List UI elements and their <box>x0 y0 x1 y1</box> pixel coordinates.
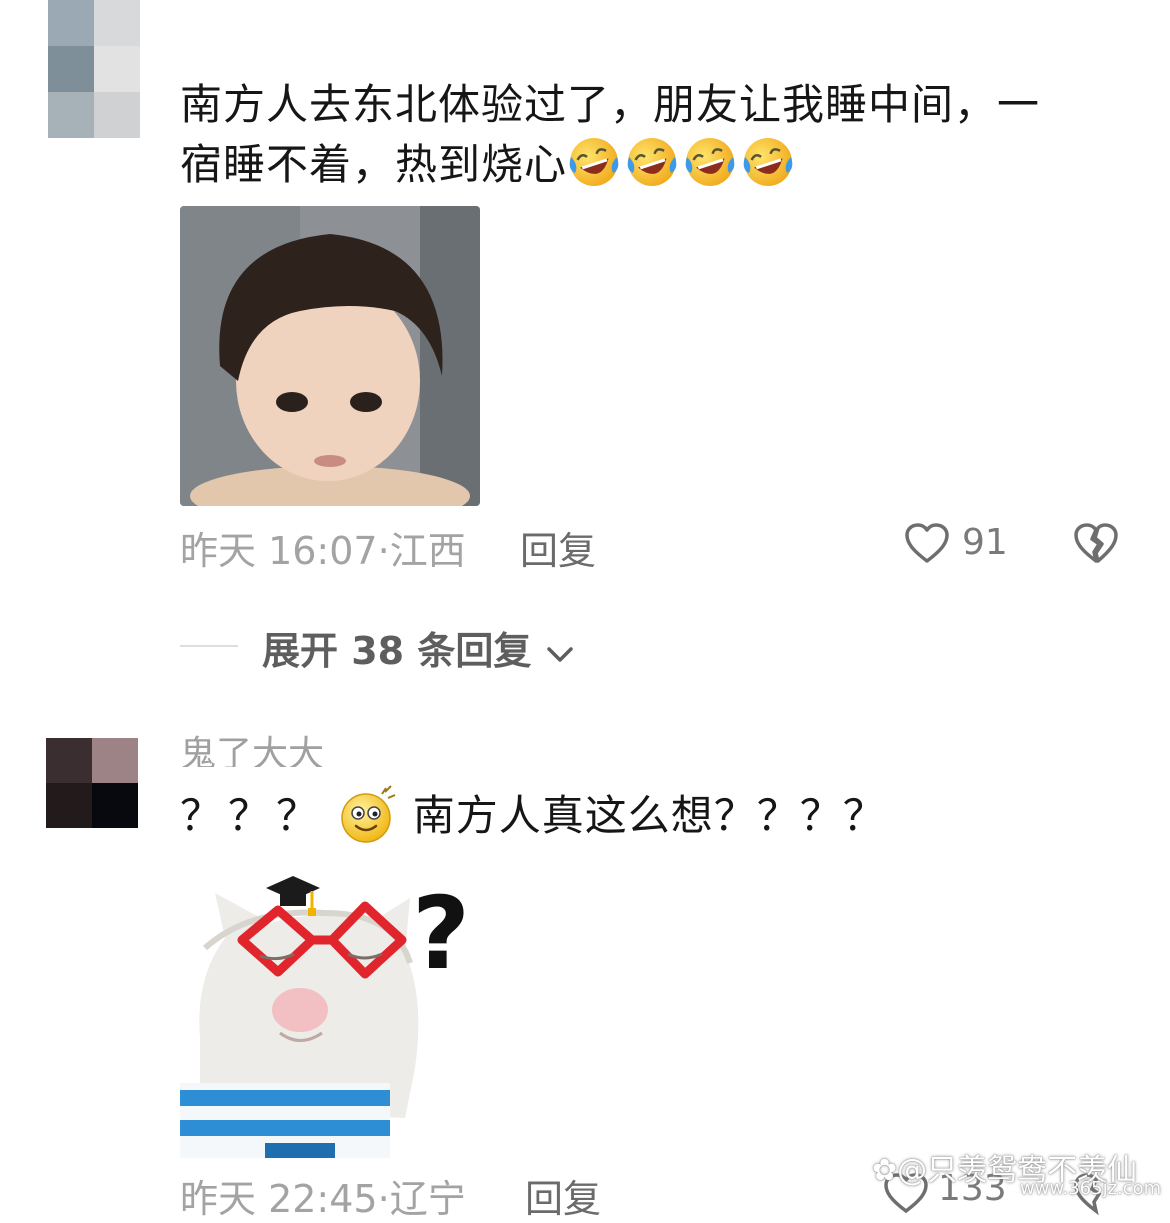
avatar[interactable] <box>46 738 138 828</box>
rolling-laugh-emoji-icon <box>625 135 679 189</box>
comment-text: 南方人去东北体验过了，朋友让我睡中间，一 宿睡不着，热到烧心 <box>180 75 1040 195</box>
username-text: 鬼了大大 <box>180 734 325 768</box>
chevron-down-icon <box>546 646 573 662</box>
comment-text-segment: ？？？ <box>180 791 325 840</box>
smile-emoji-icon <box>341 785 396 843</box>
separator-dot: · <box>377 529 390 573</box>
like-button[interactable] <box>903 520 951 568</box>
toddler-photo <box>180 206 480 506</box>
comment-timestamp: 昨天 16:07·江西 <box>180 520 466 575</box>
rolling-laugh-emoji-icon <box>567 135 621 189</box>
divider <box>180 645 238 647</box>
svg-text:?: ? <box>412 875 470 992</box>
comment-text-line: 宿睡不着，热到烧心 <box>180 135 1040 195</box>
comment-text-line: 南方人去东北体验过了，朋友让我睡中间，一 <box>180 80 1041 129</box>
broken-heart-icon <box>1074 523 1118 563</box>
dislike-button[interactable] <box>1072 520 1120 568</box>
reply-button[interactable]: 回复 <box>525 1168 601 1223</box>
username[interactable]: 鬼了大大 <box>180 727 325 768</box>
location-text: 辽宁 <box>389 1177 466 1221</box>
expand-replies-label: 展开 38 条回复 <box>262 629 532 673</box>
like-count: 91 <box>962 522 1008 563</box>
comment-image[interactable]: ? <box>180 868 470 1158</box>
comment-image[interactable] <box>180 206 480 506</box>
heart-icon <box>905 523 949 563</box>
comment-timestamp: 昨天 22:45·辽宁 <box>180 1168 466 1223</box>
paw-icon: ✿ <box>872 1153 898 1188</box>
rolling-laugh-emoji-icon <box>683 135 737 189</box>
expand-replies-button[interactable]: 展开 38 条回复 <box>262 620 575 675</box>
emoji-group <box>567 138 799 189</box>
separator-dot: · <box>377 1177 390 1221</box>
timestamp-text: 昨天 22:45 <box>180 1177 378 1221</box>
reply-button[interactable]: 回复 <box>520 520 596 575</box>
comment-text-segment: 宿睡不着，热到烧心 <box>180 140 568 189</box>
cat-meme-sticker: ? <box>180 868 470 1158</box>
watermark-site: www.365jz.com <box>1020 1178 1162 1199</box>
rolling-laugh-emoji-icon <box>741 135 795 189</box>
comment-text: ？？？ 南方人真这么想？？？？ <box>180 784 886 846</box>
location-text: 江西 <box>389 529 466 573</box>
avatar[interactable] <box>48 0 140 138</box>
comment-text-segment: 南方人真这么想？？？？ <box>412 791 886 840</box>
timestamp-text: 昨天 16:07 <box>180 529 378 573</box>
